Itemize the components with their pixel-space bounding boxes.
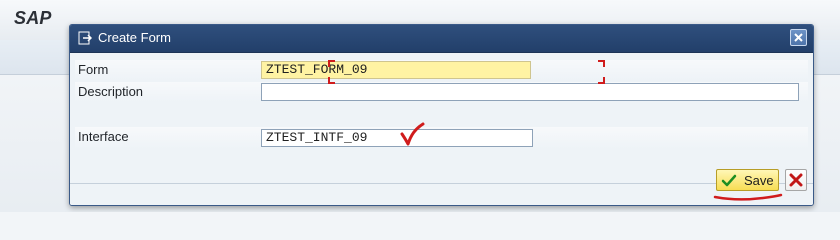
focus-corner — [328, 77, 335, 84]
save-button-label: Save — [744, 173, 774, 188]
app-title: SAP — [14, 8, 52, 28]
form-label: Form — [78, 62, 109, 77]
dialog-titlebar[interactable]: Create Form — [70, 25, 813, 53]
focus-corner — [328, 60, 335, 67]
description-field[interactable] — [261, 83, 799, 101]
focus-corner — [598, 60, 605, 67]
description-row: Description — [75, 82, 808, 102]
description-label: Description — [78, 84, 144, 99]
check-icon — [721, 173, 737, 189]
cancel-button[interactable] — [785, 169, 807, 191]
interface-row: Interface ZTEST_INTF_09 — [75, 127, 808, 149]
dialog-body: Form ZTEST_FORM_09 Description Interface… — [70, 53, 813, 205]
interface-label: Interface — [78, 129, 129, 144]
create-form-icon — [78, 31, 93, 45]
create-form-dialog: Create Form Form ZTEST_FORM_09 Descripti… — [69, 24, 814, 206]
close-button[interactable] — [790, 29, 807, 46]
close-icon — [794, 33, 803, 42]
form-field[interactable]: ZTEST_FORM_09 — [261, 61, 531, 79]
focus-corner — [598, 77, 605, 84]
save-button[interactable]: Save — [716, 169, 779, 191]
dialog-title: Create Form — [98, 30, 171, 45]
cancel-icon — [789, 173, 803, 187]
screen: SAP Create Form Form ZTEST_FORM_09 Descr… — [0, 0, 840, 212]
form-row: Form ZTEST_FORM_09 — [75, 60, 808, 80]
interface-field[interactable]: ZTEST_INTF_09 — [261, 129, 533, 147]
button-separator — [70, 183, 813, 184]
